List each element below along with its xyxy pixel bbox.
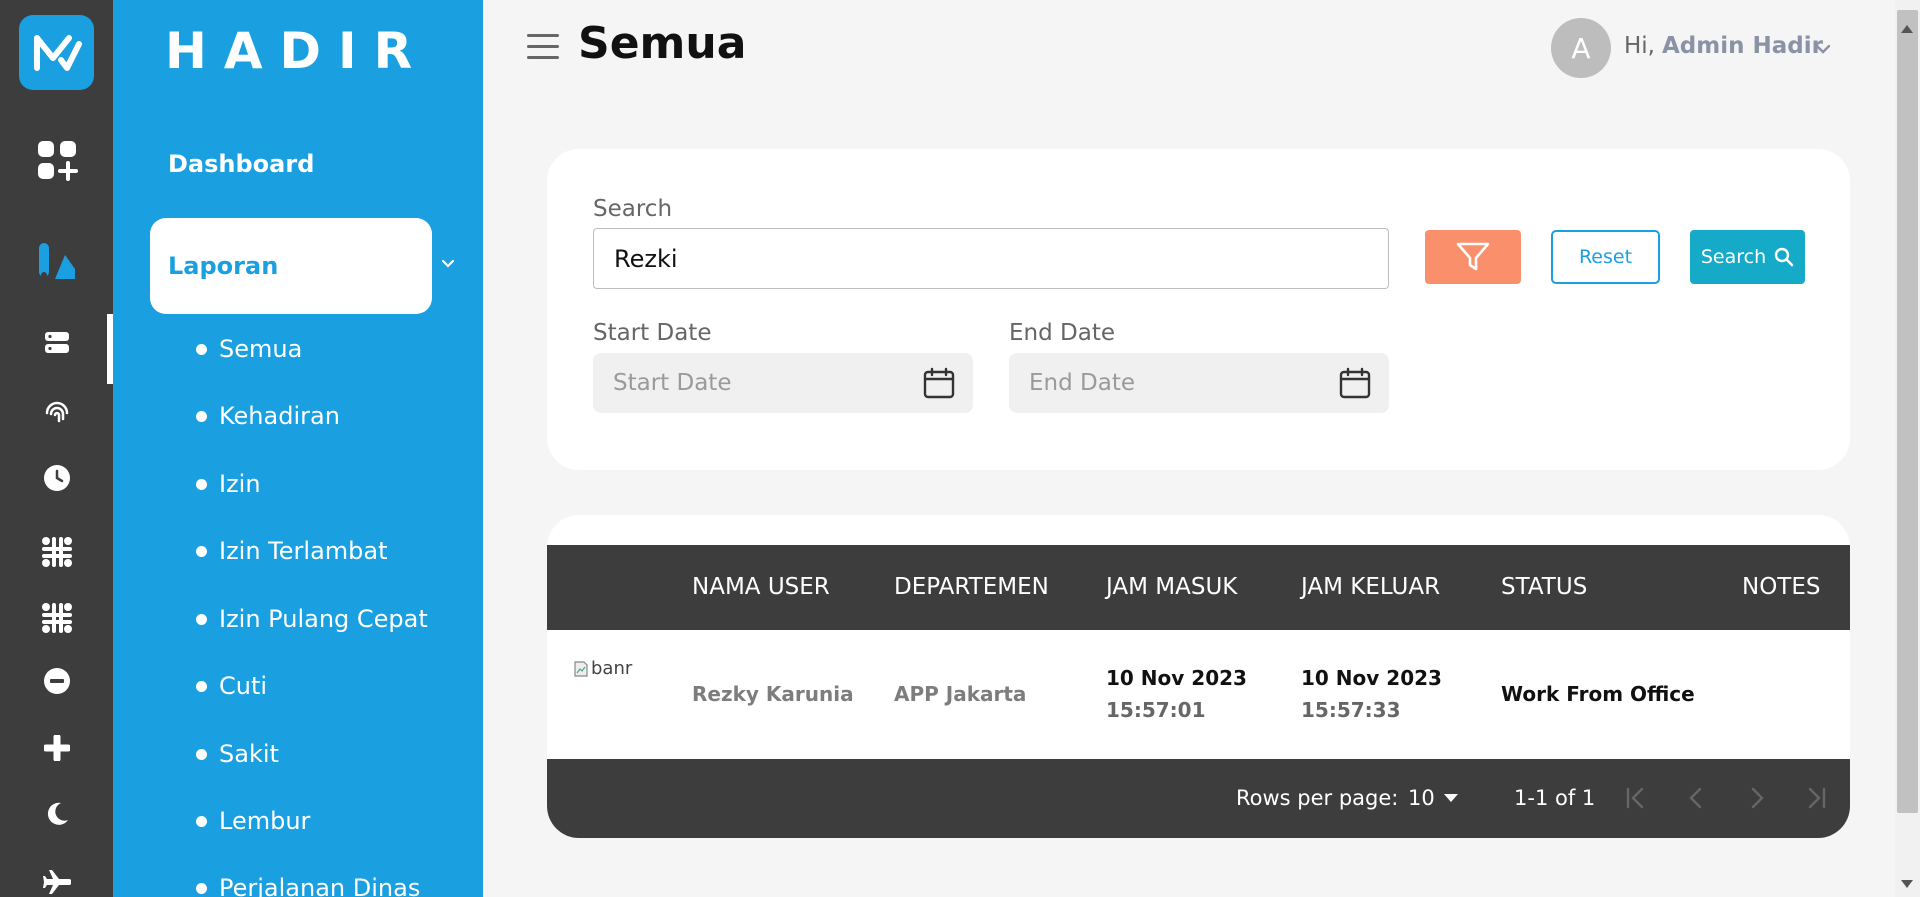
plus-icon[interactable] xyxy=(0,726,113,770)
bullet-icon xyxy=(196,478,207,490)
scroll-down-icon[interactable] xyxy=(1901,880,1913,888)
search-label: Search xyxy=(593,196,673,222)
cell-jam-masuk-time: 15:57:01 xyxy=(1106,698,1206,722)
bullet-icon xyxy=(196,545,207,557)
rows-per-page-label: Rows per page: xyxy=(1236,786,1399,810)
menu-item-laporan-label: Laporan xyxy=(168,252,279,280)
scrollbar-thumb[interactable] xyxy=(1897,10,1918,813)
submenu-label: Semua xyxy=(219,335,303,363)
calendar-icon[interactable] xyxy=(1339,367,1371,399)
minus-circle-icon[interactable] xyxy=(0,659,113,703)
cell-jam-masuk-date: 10 Nov 2023 xyxy=(1106,666,1247,690)
column-header-nama-user[interactable]: NAMA USER xyxy=(692,574,830,600)
chevron-down-icon[interactable] xyxy=(1812,38,1834,60)
search-button-label: Search xyxy=(1700,246,1767,268)
reset-button[interactable]: Reset xyxy=(1551,230,1660,284)
avatar[interactable]: A xyxy=(1551,18,1611,78)
first-page-icon[interactable] xyxy=(1622,785,1650,811)
menu-item-dashboard[interactable]: Dashboard xyxy=(168,150,314,178)
filter-icon xyxy=(1456,242,1490,271)
column-header-notes[interactable]: NOTES xyxy=(1742,574,1821,600)
calendar-icon[interactable] xyxy=(923,367,955,399)
grid-icon[interactable] xyxy=(0,530,113,574)
broken-image-icon xyxy=(574,660,588,677)
pagination-range: 1-1 of 1 xyxy=(1514,786,1596,810)
submenu-label: Izin xyxy=(219,470,261,498)
grid-icon[interactable] xyxy=(0,596,113,640)
scroll-up-icon[interactable] xyxy=(1901,25,1913,33)
submenu-label: Lembur xyxy=(219,807,311,835)
bullet-icon xyxy=(196,410,207,422)
submenu-item-kehadiran[interactable]: Kehadiran xyxy=(196,396,340,436)
bullet-icon xyxy=(196,613,207,625)
logo-icon[interactable] xyxy=(19,15,94,90)
cell-jam-keluar-time: 15:57:33 xyxy=(1301,698,1401,722)
menu-item-laporan[interactable]: Laporan xyxy=(150,218,432,314)
rows-per-page-select[interactable]: 10 xyxy=(1408,786,1459,810)
cell-nama-user: Rezky Karunia xyxy=(692,682,854,706)
clock-icon[interactable] xyxy=(0,456,113,500)
icon-rail xyxy=(0,0,113,897)
bullet-icon xyxy=(196,680,207,692)
filter-card xyxy=(547,149,1850,470)
page-title: Semua xyxy=(578,18,747,69)
next-page-icon[interactable] xyxy=(1742,785,1770,811)
bullet-icon xyxy=(196,815,207,827)
submenu-label: Kehadiran xyxy=(219,402,340,430)
cell-status: Work From Office xyxy=(1501,682,1695,706)
column-header-jam-masuk[interactable]: JAM MASUK xyxy=(1106,574,1237,600)
hamburger-menu-icon[interactable] xyxy=(527,34,559,60)
submenu-item-izin[interactable]: Izin xyxy=(196,464,261,504)
cell-jam-keluar-date: 10 Nov 2023 xyxy=(1301,666,1442,690)
submenu-item-lembur[interactable]: Lembur xyxy=(196,801,310,841)
apps-add-icon[interactable] xyxy=(0,138,113,182)
last-page-icon[interactable] xyxy=(1802,785,1830,811)
column-header-jam-keluar[interactable]: JAM KELUAR xyxy=(1301,574,1440,600)
column-header-departemen[interactable]: DEPARTEMEN xyxy=(894,574,1049,600)
search-button[interactable]: Search xyxy=(1690,230,1805,284)
start-date-field[interactable]: Start Date xyxy=(593,353,973,413)
fingerprint-icon[interactable] xyxy=(0,389,113,433)
column-header-status[interactable]: STATUS xyxy=(1501,574,1587,600)
sidebar-menu: HADIR Dashboard Laporan Semua Kehadiran … xyxy=(113,0,483,897)
previous-page-icon[interactable] xyxy=(1683,785,1711,811)
user-name[interactable]: Admin Hadir xyxy=(1662,33,1823,59)
start-date-placeholder: Start Date xyxy=(613,370,732,396)
end-date-placeholder: End Date xyxy=(1029,370,1135,396)
cell-departemen: APP Jakarta xyxy=(894,682,1027,706)
end-date-field[interactable]: End Date xyxy=(1009,353,1389,413)
bullet-icon xyxy=(196,343,207,355)
user-photo-alt: banr xyxy=(591,658,633,679)
submenu-label: Cuti xyxy=(219,672,268,700)
submenu-label: Perjalanan Dinas xyxy=(219,874,421,897)
bullet-icon xyxy=(196,748,207,760)
rows-per-page-value: 10 xyxy=(1408,786,1435,810)
start-date-label: Start Date xyxy=(593,320,712,346)
bullet-icon xyxy=(196,882,207,894)
greeting-text: Hi, xyxy=(1624,33,1655,59)
filter-button[interactable] xyxy=(1425,230,1521,284)
server-icon[interactable] xyxy=(0,321,113,365)
search-input[interactable] xyxy=(593,228,1389,289)
submenu-item-izin-terlambat[interactable]: Izin Terlambat xyxy=(196,531,388,571)
search-icon xyxy=(1774,247,1794,267)
chevron-down-icon[interactable] xyxy=(438,254,458,274)
submenu-item-perjalanan-dinas[interactable]: Perjalanan Dinas xyxy=(196,868,420,897)
submenu-label: Izin Terlambat xyxy=(219,537,388,565)
plane-icon[interactable] xyxy=(0,860,113,897)
submenu-item-semua[interactable]: Semua xyxy=(196,329,302,369)
submenu-item-sakit[interactable]: Sakit xyxy=(196,734,279,774)
submenu-label: Sakit xyxy=(219,740,279,768)
end-date-label: End Date xyxy=(1009,320,1115,346)
moon-icon[interactable] xyxy=(0,792,113,836)
table-pagination xyxy=(547,759,1850,838)
brand-logo-text: HADIR xyxy=(165,22,430,80)
submenu-item-izin-pulang-cepat[interactable]: Izin Pulang Cepat xyxy=(196,599,428,639)
report-icon[interactable] xyxy=(0,239,113,283)
submenu-item-cuti[interactable]: Cuti xyxy=(196,666,267,706)
submenu-label: Izin Pulang Cepat xyxy=(219,605,428,633)
caret-down-icon xyxy=(1443,794,1458,802)
user-photo: banr xyxy=(574,658,632,679)
